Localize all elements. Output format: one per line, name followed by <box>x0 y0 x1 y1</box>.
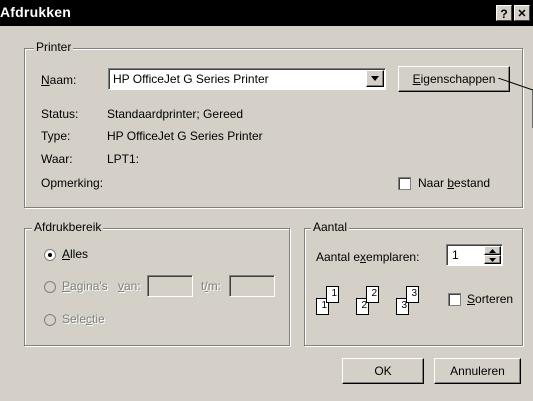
arrow-up-icon <box>489 249 496 253</box>
close-button[interactable]: ✕ <box>514 5 530 21</box>
print-range-legend: Afdrukbereik <box>32 220 104 234</box>
page-sheet: 2 <box>366 286 379 303</box>
printer-name-value: HP OfficeJet G Series Printer <box>113 72 269 86</box>
range-pages-radio[interactable] <box>44 281 56 293</box>
where-label: Waar: <box>41 152 73 166</box>
status-value: Standaardprinter; Gereed <box>107 107 244 121</box>
range-all-radio[interactable] <box>44 249 56 261</box>
range-to-label: t/m: <box>201 279 222 293</box>
radio-selected-dot <box>48 253 52 257</box>
copies-count-label: Aantal exemplaren: <box>316 250 420 264</box>
chevron-down-icon <box>371 76 379 81</box>
copies-legend: Aantal <box>311 220 350 234</box>
print-to-file-label: Naar bestand <box>418 176 491 190</box>
collate-label: Sorteren <box>467 292 514 306</box>
cancel-button[interactable]: Annuleren <box>434 358 521 384</box>
spinner-down-button[interactable] <box>484 255 501 264</box>
print-dialog: Afdrukken ? ✕ Printer Naam: HP OfficeJet… <box>0 0 533 401</box>
range-from-input[interactable] <box>147 275 193 297</box>
range-from-label: van: <box>118 279 141 293</box>
range-pages-label: Pagina's <box>62 279 108 293</box>
properties-button[interactable]: Eigenschappen <box>398 66 510 92</box>
page-sheet: 3 <box>406 286 419 303</box>
collate-checkbox[interactable] <box>448 293 461 306</box>
printer-group-legend: Printer <box>34 40 74 54</box>
title-bar: Afdrukken ? ✕ <box>0 0 533 26</box>
help-button[interactable]: ? <box>496 5 512 21</box>
status-label: Status: <box>41 107 79 121</box>
type-value: HP OfficeJet G Series Printer <box>107 129 263 143</box>
where-value: LPT1: <box>107 152 140 166</box>
name-label: Naam: <box>41 73 77 87</box>
range-all-label: Alles <box>62 247 89 261</box>
printer-name-dropdown-button[interactable] <box>366 70 384 87</box>
window-title: Afdrukken <box>0 4 72 20</box>
page-sheet: 1 <box>326 286 339 303</box>
printer-name-select[interactable]: HP OfficeJet G Series Printer <box>108 68 386 90</box>
copies-count-spinner[interactable]: 1 <box>446 244 503 266</box>
spinner-up-button[interactable] <box>484 246 501 255</box>
print-to-file-checkbox[interactable] <box>398 177 411 190</box>
collate-pages-icon: 1 1 2 2 3 3 <box>316 284 440 320</box>
callout-line <box>498 78 533 128</box>
comment-label: Opmerking: <box>41 176 104 190</box>
range-to-input[interactable] <box>229 275 275 297</box>
copies-count-value: 1 <box>452 248 459 262</box>
arrow-down-icon <box>489 258 496 262</box>
range-selection-label: Selectie <box>62 312 105 326</box>
ok-button[interactable]: OK <box>342 358 424 384</box>
range-selection-radio[interactable] <box>44 314 56 326</box>
type-label: Type: <box>41 129 71 143</box>
